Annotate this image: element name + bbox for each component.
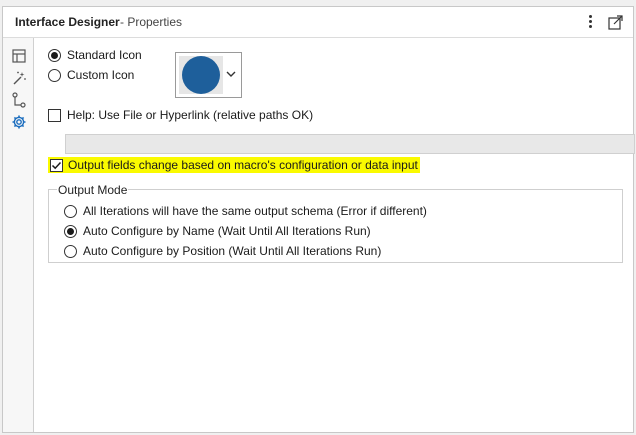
output-fields-checkbox[interactable] — [50, 158, 63, 172]
help-path-input[interactable] — [65, 134, 635, 154]
same-schema-label: All Iterations will have the same output… — [83, 204, 427, 218]
output-mode-option-same-schema[interactable]: All Iterations will have the same output… — [64, 204, 427, 218]
output-fields-highlight: Output fields change based on macro's co… — [48, 157, 420, 173]
same-schema-radio[interactable] — [64, 204, 77, 218]
by-name-radio[interactable] — [64, 224, 77, 238]
chevron-down-icon — [226, 71, 236, 77]
by-name-label: Auto Configure by Name (Wait Until All I… — [83, 224, 371, 238]
output-fields-option[interactable]: Output fields change based on macro's co… — [48, 157, 420, 173]
left-toolbar — [3, 38, 34, 432]
magic-wand-icon[interactable] — [11, 70, 27, 86]
output-mode-option-by-name[interactable]: Auto Configure by Name (Wait Until All I… — [64, 224, 371, 238]
properties-window: Interface Designer - Properties Standard… — [2, 6, 635, 433]
by-position-radio[interactable] — [64, 244, 77, 258]
tree-icon[interactable] — [11, 92, 27, 108]
circle-icon — [182, 56, 220, 94]
window-subtitle: - Properties — [120, 15, 183, 29]
standard-icon-option[interactable]: Standard Icon — [48, 48, 142, 62]
by-position-label: Auto Configure by Position (Wait Until A… — [83, 244, 382, 258]
undock-icon[interactable] — [607, 13, 625, 31]
custom-icon-option[interactable]: Custom Icon — [48, 68, 134, 82]
output-mode-legend: Output Mode — [57, 183, 129, 197]
help-checkbox[interactable] — [48, 108, 61, 122]
output-fields-label: Output fields change based on macro's co… — [68, 158, 418, 172]
icon-preview — [179, 56, 223, 94]
standard-icon-radio[interactable] — [48, 48, 61, 62]
properties-content: Standard Icon Custom Icon Help: Use File… — [34, 38, 635, 432]
kebab-menu-icon[interactable] — [583, 13, 597, 31]
custom-icon-label: Custom Icon — [67, 68, 135, 82]
help-option[interactable]: Help: Use File or Hyperlink (relative pa… — [48, 108, 313, 122]
custom-icon-radio[interactable] — [48, 68, 61, 82]
icon-picker-dropdown[interactable] — [175, 52, 242, 98]
title-bar: Interface Designer - Properties — [3, 7, 633, 38]
layout-icon[interactable] — [11, 48, 27, 64]
output-mode-option-by-position[interactable]: Auto Configure by Position (Wait Until A… — [64, 244, 381, 258]
window-title: Interface Designer — [15, 15, 120, 29]
help-label: Help: Use File or Hyperlink (relative pa… — [67, 108, 314, 122]
gear-icon[interactable] — [11, 114, 27, 130]
standard-icon-label: Standard Icon — [67, 48, 142, 62]
